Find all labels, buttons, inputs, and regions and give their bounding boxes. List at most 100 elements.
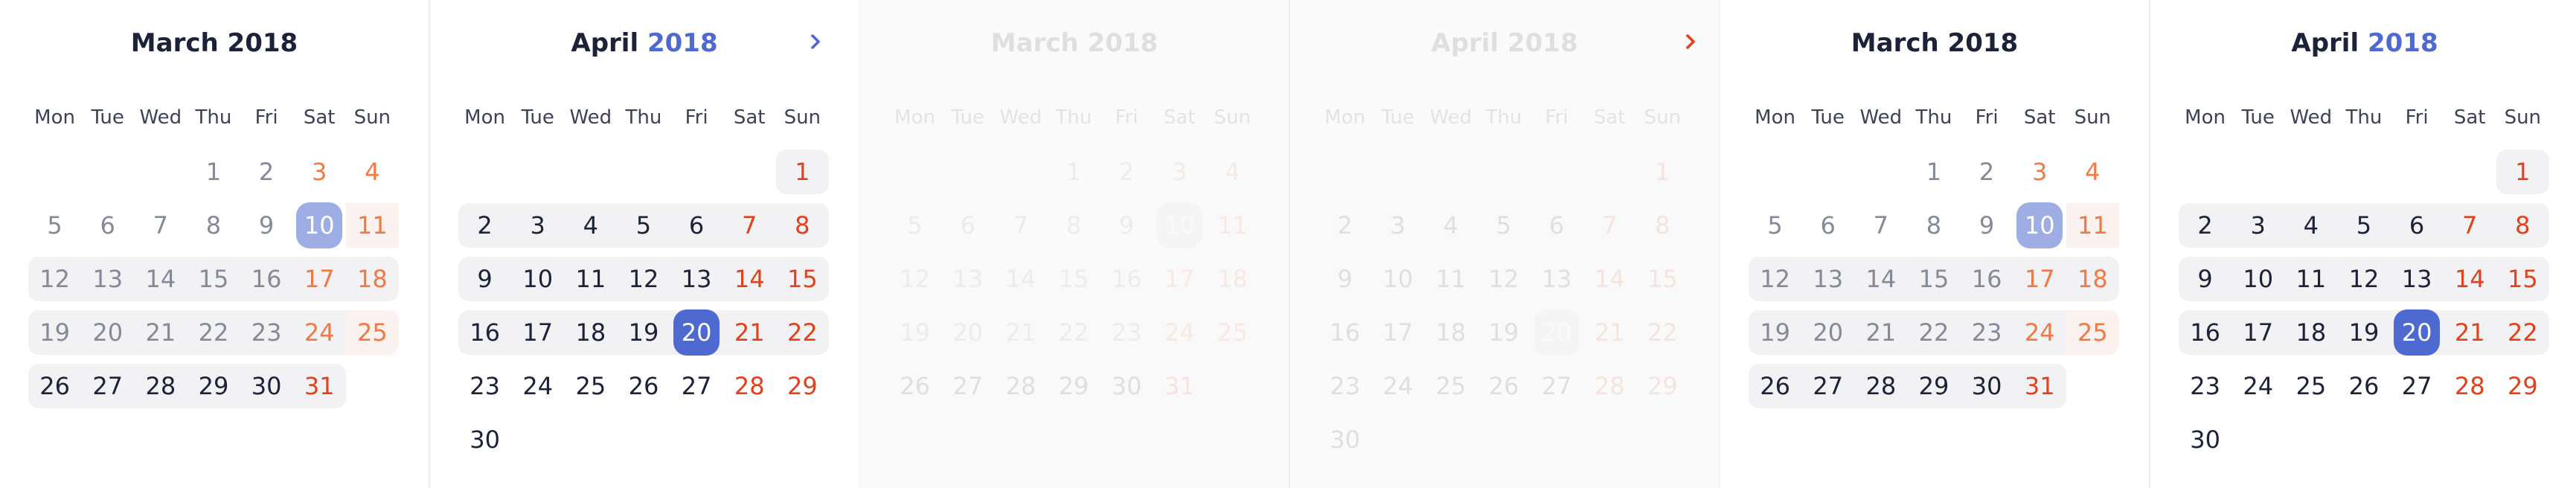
day-cell[interactable]: 9 xyxy=(1319,257,1372,301)
day-cell[interactable]: 25 xyxy=(345,310,399,355)
day-cell[interactable]: 23 xyxy=(458,364,511,408)
day-cell[interactable]: 3 xyxy=(293,150,346,194)
day-cell[interactable]: 27 xyxy=(941,364,995,408)
day-cell[interactable]: 28 xyxy=(1583,364,1636,408)
day-cell[interactable]: 5 xyxy=(1477,203,1531,248)
day-cell[interactable]: 24 xyxy=(511,364,564,408)
day-cell[interactable]: 9 xyxy=(1100,203,1153,248)
day-cell[interactable]: 2 xyxy=(1100,150,1153,194)
day-cell[interactable]: 6 xyxy=(1530,203,1583,248)
day-cell[interactable]: 12 xyxy=(28,257,82,301)
day-cell[interactable]: 9 xyxy=(240,203,293,248)
day-cell[interactable]: 19 xyxy=(28,310,82,355)
day-cell[interactable]: 5 xyxy=(28,203,81,248)
day-cell[interactable]: 23 xyxy=(1100,310,1153,355)
day-cell[interactable]: 1 xyxy=(2496,150,2549,194)
day-cell[interactable]: 26 xyxy=(1749,364,1802,408)
day-cell[interactable]: 5 xyxy=(1749,203,1801,248)
day-cell[interactable]: 4 xyxy=(1206,150,1259,194)
day-cell[interactable]: 8 xyxy=(1907,203,1960,248)
day-cell[interactable]: 26 xyxy=(2337,364,2390,408)
day-cell[interactable]: 8 xyxy=(1635,203,1689,248)
day-cell[interactable]: 5 xyxy=(617,203,670,248)
day-cell[interactable]: 28 xyxy=(134,364,188,408)
day-cell[interactable]: 25 xyxy=(2284,364,2337,408)
day-cell[interactable]: 22 xyxy=(775,310,829,355)
day-cell[interactable]: 30 xyxy=(2179,417,2231,462)
day-cell[interactable]: 23 xyxy=(2179,364,2231,408)
day-cell[interactable]: 20 xyxy=(81,310,135,355)
day-cell[interactable]: 7 xyxy=(1583,203,1636,248)
day-cell[interactable]: 12 xyxy=(617,257,670,301)
day-cell[interactable]: 11 xyxy=(2066,203,2119,248)
day-cell[interactable]: 13 xyxy=(81,257,135,301)
day-cell[interactable]: 12 xyxy=(1749,257,1802,301)
day-cell[interactable]: 28 xyxy=(994,364,1048,408)
day-cell[interactable]: 28 xyxy=(723,364,776,408)
day-cell[interactable]: 7 xyxy=(723,203,776,248)
day-cell[interactable]: 30 xyxy=(1960,364,2013,408)
day-cell[interactable]: 31 xyxy=(2013,364,2066,408)
day-cell[interactable]: 30 xyxy=(458,417,511,462)
day-cell[interactable]: 15 xyxy=(775,257,829,301)
day-cell[interactable]: 7 xyxy=(1854,203,1907,248)
day-cell[interactable]: 21 xyxy=(723,310,776,355)
day-cell[interactable]: 4 xyxy=(2066,150,2119,194)
day-cell[interactable]: 24 xyxy=(1153,310,1206,355)
day-cell[interactable]: 13 xyxy=(1530,257,1583,301)
day-cell[interactable]: 6 xyxy=(941,203,994,248)
day-cell[interactable]: 5 xyxy=(2337,203,2391,248)
day-cell[interactable]: 2 xyxy=(1961,150,2013,194)
day-cell[interactable]: 9 xyxy=(2179,257,2232,301)
day-cell[interactable]: 21 xyxy=(1583,310,1636,355)
day-cell[interactable]: 3 xyxy=(1153,150,1206,194)
day-cell[interactable]: 4 xyxy=(564,203,618,248)
day-cell[interactable]: 19 xyxy=(617,310,670,355)
day-cell[interactable]: 2 xyxy=(1319,203,1372,248)
day-cell[interactable]: 21 xyxy=(2443,310,2496,355)
day-cell[interactable]: 18 xyxy=(345,257,399,301)
day-cell[interactable]: 22 xyxy=(1635,310,1689,355)
day-cell[interactable]: 15 xyxy=(1047,257,1100,301)
day-cell[interactable]: 20 xyxy=(1801,310,1855,355)
day-cell[interactable]: 30 xyxy=(240,364,293,408)
selected-day-cell[interactable]: 10 xyxy=(1153,202,1206,248)
day-cell[interactable]: 15 xyxy=(2496,257,2549,301)
day-cell[interactable]: 16 xyxy=(458,310,512,355)
day-cell[interactable]: 31 xyxy=(1153,364,1206,408)
day-cell[interactable]: 14 xyxy=(1854,257,1908,301)
day-cell[interactable]: 25 xyxy=(1424,364,1477,408)
day-cell[interactable]: 5 xyxy=(888,203,941,248)
day-cell[interactable]: 1 xyxy=(187,150,240,194)
day-cell[interactable]: 16 xyxy=(240,257,293,301)
day-cell[interactable]: 13 xyxy=(2390,257,2444,301)
selected-day-cell[interactable]: 10 xyxy=(293,202,346,248)
day-cell[interactable]: 30 xyxy=(1100,364,1153,408)
day-cell[interactable]: 18 xyxy=(564,310,618,355)
day-cell[interactable]: 27 xyxy=(81,364,135,408)
next-month-button[interactable] xyxy=(1674,22,1707,64)
day-cell[interactable]: 2 xyxy=(240,150,293,194)
day-cell[interactable]: 14 xyxy=(134,257,188,301)
day-cell[interactable]: 21 xyxy=(134,310,188,355)
day-cell[interactable]: 27 xyxy=(2391,364,2444,408)
day-cell[interactable]: 18 xyxy=(2066,257,2119,301)
day-cell[interactable]: 21 xyxy=(1854,310,1908,355)
day-cell[interactable]: 19 xyxy=(888,310,942,355)
day-cell[interactable]: 12 xyxy=(888,257,942,301)
day-cell[interactable]: 27 xyxy=(670,364,723,408)
day-cell[interactable]: 22 xyxy=(1047,310,1100,355)
selected-day-cell[interactable]: 20 xyxy=(1530,309,1583,356)
day-cell[interactable]: 18 xyxy=(1424,310,1478,355)
day-cell[interactable]: 10 xyxy=(2231,257,2285,301)
day-cell[interactable]: 16 xyxy=(1100,257,1153,301)
day-cell[interactable]: 14 xyxy=(2443,257,2496,301)
day-cell[interactable]: 9 xyxy=(1961,203,2013,248)
day-cell[interactable]: 3 xyxy=(511,203,565,248)
day-cell[interactable]: 19 xyxy=(1477,310,1531,355)
day-cell[interactable]: 10 xyxy=(1371,257,1425,301)
day-cell[interactable]: 17 xyxy=(292,257,346,301)
day-cell[interactable]: 4 xyxy=(346,150,399,194)
day-cell[interactable]: 24 xyxy=(2231,364,2284,408)
day-cell[interactable]: 19 xyxy=(2337,310,2391,355)
